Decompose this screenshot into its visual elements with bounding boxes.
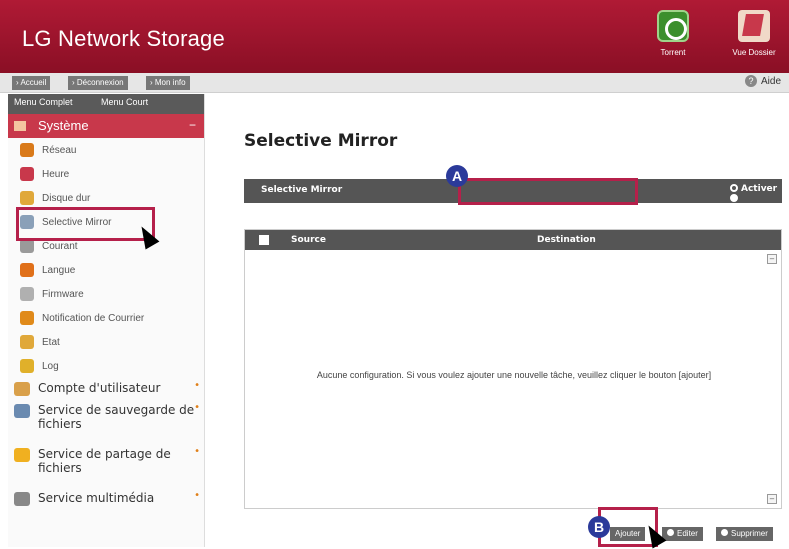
section-title: Système: [38, 118, 89, 133]
annotation-highlight-a: [458, 178, 638, 205]
torrent-label: Torrent: [660, 48, 686, 57]
app-title: LG Network Storage: [22, 26, 225, 51]
collapse-icon[interactable]: −: [189, 118, 196, 132]
sidebar-category-label: Service multimédia: [38, 491, 155, 505]
firmware-icon: [20, 287, 34, 301]
table-header: Source Destination: [245, 230, 781, 250]
mirror-table: Source Destination − Aucune configuratio…: [244, 229, 782, 509]
media-icon: [14, 492, 30, 506]
menu-complet-toggle[interactable]: Menu Complet: [14, 97, 73, 107]
folder-view-icon: [738, 10, 770, 42]
annotation-badge-a: A: [446, 165, 468, 187]
col-destination: Destination: [537, 235, 596, 245]
sidebar-item-etat[interactable]: Etat: [8, 330, 204, 354]
sidebar-item-label: Firmware: [42, 289, 84, 300]
sidebar-item-label: Réseau: [42, 145, 77, 156]
help-link[interactable]: ? Aide: [744, 75, 781, 87]
expand-marker-icon: •: [194, 446, 200, 457]
radio-on-icon: [730, 184, 738, 192]
language-icon: [20, 263, 34, 277]
torrent-icon: [657, 10, 689, 42]
sidebar-item-label: Heure: [42, 169, 70, 180]
select-all-checkbox[interactable]: [259, 235, 269, 245]
status-icon: [20, 335, 34, 349]
sidebar-item-r-seau[interactable]: Réseau: [8, 138, 204, 162]
help-label: Aide: [760, 76, 781, 87]
disk-icon: [20, 191, 34, 205]
edit-label: Editer: [677, 529, 698, 538]
sidebar-item-notification-de-courrier[interactable]: Notification de Courrier: [8, 306, 204, 330]
nav-deconnexion[interactable]: › Déconnexion: [68, 76, 128, 90]
delete-button[interactable]: Supprimer: [716, 527, 773, 541]
nav-accueil[interactable]: › Accueil: [12, 76, 51, 90]
sidebar-category-label: Service de sauvegarde de fichiers: [38, 403, 195, 431]
sidebar-category-label: Service de partage de fichiers: [38, 447, 171, 475]
nav-mon-info[interactable]: › Mon info: [146, 76, 190, 90]
sidebar-category-label: Compte d'utilisateur: [38, 381, 161, 395]
sidebar-category-service-de-sauvegarde-de-fichiers[interactable]: Service de sauvegarde de fichiers •: [8, 400, 204, 444]
menu-court-toggle[interactable]: Menu Court: [101, 97, 148, 107]
sidebar-item-label: Disque dur: [42, 193, 91, 204]
sidebar-item-label: Notification de Courrier: [42, 313, 145, 324]
radio-desactiver-label: Désactiver: [730, 204, 785, 214]
sidebar-item-label: Log: [42, 361, 59, 372]
edit-icon: [667, 529, 674, 536]
sidebar-category-service-multim-dia[interactable]: Service multimédia •: [8, 488, 204, 510]
mirror-toggle-label: Selective Mirror: [261, 185, 343, 195]
radio-activer[interactable]: Activer: [730, 184, 777, 194]
col-source: Source: [291, 235, 326, 245]
scroll-down-icon[interactable]: −: [767, 494, 777, 504]
mirror-radio-group: Activer Désactiver: [730, 184, 784, 214]
top-nav: › Accueil › Déconnexion › Mon info ? Aide: [0, 73, 789, 93]
sidebar-item-firmware[interactable]: Firmware: [8, 282, 204, 306]
empty-message: Aucune configuration. Si vous voulez ajo…: [316, 370, 712, 380]
system-icon: [14, 121, 26, 131]
sidebar-category-service-de-partage-de-fichiers[interactable]: Service de partage de fichiers •: [8, 444, 204, 488]
power-icon: [20, 239, 34, 253]
expand-marker-icon: •: [194, 402, 200, 413]
torrent-button[interactable]: Torrent: [650, 10, 696, 57]
sidebar-item-label: Courant: [42, 241, 78, 252]
radio-off-icon: [730, 194, 738, 202]
delete-label: Supprimer: [731, 529, 768, 538]
sidebar-item-label: Langue: [42, 265, 76, 276]
delete-icon: [721, 529, 728, 536]
sidebar-item-langue[interactable]: Langue: [8, 258, 204, 282]
backup-icon: [14, 404, 30, 418]
sidebar-item-log[interactable]: Log: [8, 354, 204, 378]
clock-icon: [20, 167, 34, 181]
log-icon: [20, 359, 34, 373]
scroll-up-icon[interactable]: −: [767, 254, 777, 264]
edit-button[interactable]: Editer: [662, 527, 703, 541]
network-icon: [20, 143, 34, 157]
sidebar-item-heure[interactable]: Heure: [8, 162, 204, 186]
menu-mode-bar: Menu Complet Menu Court: [8, 94, 204, 114]
share-icon: [14, 448, 30, 462]
folder-view-label: Vue Dossier: [732, 48, 776, 57]
sidebar-section-systeme[interactable]: Système −: [8, 114, 204, 138]
page-title: Selective Mirror: [244, 131, 398, 151]
folder-view-button[interactable]: Vue Dossier: [731, 10, 777, 57]
mail-icon: [20, 311, 34, 325]
expand-marker-icon: •: [194, 490, 200, 501]
expand-marker-icon: •: [194, 380, 200, 391]
annotation-badge-b: B: [588, 516, 610, 538]
radio-activer-label: Activer: [741, 184, 778, 194]
annotation-highlight-sidebar: [16, 207, 155, 241]
sidebar: Menu Complet Menu Court Système − Réseau…: [8, 94, 205, 547]
users-icon: [14, 382, 30, 396]
app-header: LG Network Storage Torrent Vue Dossier: [0, 0, 789, 73]
radio-desactiver[interactable]: Désactiver: [730, 194, 784, 214]
sidebar-item-label: Etat: [42, 337, 60, 348]
sidebar-category-compte-d-utilisateur[interactable]: Compte d'utilisateur •: [8, 378, 204, 400]
help-icon: ?: [744, 75, 757, 87]
